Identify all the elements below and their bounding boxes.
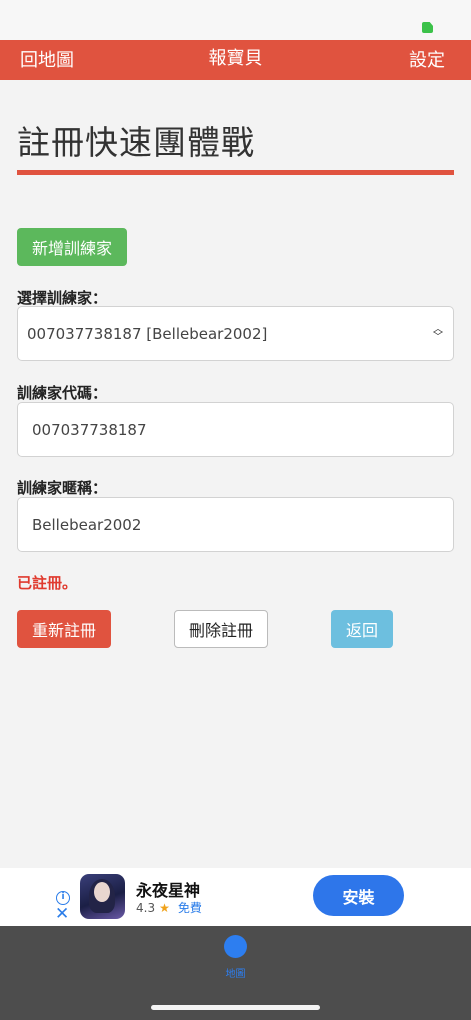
battery-icon bbox=[422, 22, 433, 33]
ad-price: 免費 bbox=[177, 901, 202, 915]
trainer-nickname-field[interactable]: Bellebear2002 bbox=[17, 497, 454, 552]
ad-install-button[interactable]: 安裝 bbox=[313, 875, 404, 916]
trainer-code-value: 007037738187 bbox=[32, 420, 147, 439]
ad-info-icon[interactable]: i bbox=[56, 891, 70, 905]
select-trainer-label: 選擇訓練家： bbox=[17, 289, 108, 307]
star-icon: ★ bbox=[159, 901, 170, 915]
map-tab-label[interactable]: 地圖 bbox=[0, 965, 471, 980]
trainer-code-field[interactable]: 007037738187 bbox=[17, 402, 454, 457]
delete-registration-button[interactable]: 刪除註冊 bbox=[174, 610, 268, 648]
ad-rating: 4.3 ★ 免費 bbox=[136, 899, 202, 916]
ad-app-icon-face bbox=[94, 882, 110, 902]
trainer-nickname-label: 訓練家暱稱： bbox=[17, 479, 108, 497]
home-indicator bbox=[151, 1005, 320, 1010]
trainer-select-value: 007037738187 [Bellebear2002] bbox=[27, 324, 268, 343]
navbar: 回地圖 報寶貝 設定 bbox=[0, 40, 471, 80]
app-title: 報寶貝 bbox=[208, 48, 263, 69]
trainer-select[interactable]: 007037738187 [Bellebear2002] ︿ ﹀ bbox=[17, 306, 454, 361]
registration-status: 已註冊。 bbox=[17, 574, 78, 592]
chevron-updown-icon: ︿ ﹀ bbox=[433, 324, 443, 343]
back-button[interactable]: 返回 bbox=[331, 610, 393, 648]
settings-link[interactable]: 設定 bbox=[409, 49, 445, 73]
title-divider bbox=[17, 170, 454, 175]
map-tab-icon[interactable] bbox=[224, 935, 247, 958]
status-bar bbox=[0, 0, 471, 40]
page-title: 註冊快速團體戰 bbox=[17, 123, 255, 162]
reregister-button[interactable]: 重新註冊 bbox=[17, 610, 111, 648]
ad-app-name[interactable]: 永夜星神 bbox=[136, 877, 200, 901]
add-trainer-button[interactable]: 新增訓練家 bbox=[17, 228, 127, 266]
ad-close-icon[interactable]: ✕ bbox=[55, 904, 69, 924]
ad-rating-value: 4.3 bbox=[136, 901, 156, 915]
trainer-code-label: 訓練家代碼： bbox=[17, 384, 108, 402]
ad-app-icon[interactable] bbox=[80, 874, 125, 919]
trainer-nickname-value: Bellebear2002 bbox=[32, 515, 142, 534]
